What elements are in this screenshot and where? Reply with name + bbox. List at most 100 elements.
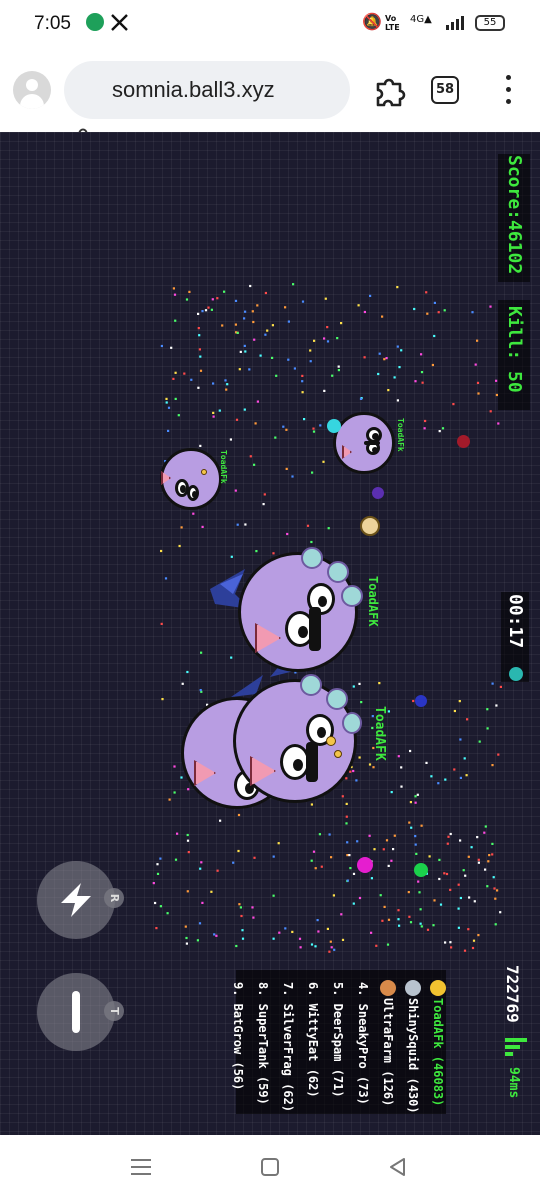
ping-text: 94ms <box>506 1067 521 1099</box>
food-pellet <box>345 777 348 780</box>
recent-apps-icon[interactable] <box>131 1158 151 1176</box>
food-pellet <box>310 859 313 862</box>
food-pellet <box>453 768 456 771</box>
food-pellet <box>444 778 447 781</box>
url-text[interactable]: somnia.ball3.xyz <box>112 77 275 103</box>
food-pellet <box>160 344 163 348</box>
food-pellet <box>156 863 159 866</box>
food-pellet <box>301 380 304 383</box>
food-pellet <box>346 841 349 844</box>
food-pellet <box>314 867 317 870</box>
home-icon[interactable] <box>261 1158 279 1176</box>
food-pellet <box>477 934 480 937</box>
food-pellet <box>478 740 481 743</box>
game-canvas[interactable]: Score:46102 Kill: 50 00:17 722769 94ms T… <box>0 132 540 1135</box>
back-icon[interactable] <box>388 1157 408 1177</box>
food-pellet <box>172 287 175 290</box>
food-pellet <box>486 727 489 730</box>
food-pellet <box>337 365 340 368</box>
purple-cell <box>372 487 384 499</box>
food-pellet <box>230 656 233 659</box>
food-pellet <box>312 850 316 853</box>
food-pellet <box>359 397 363 400</box>
food-pellet <box>173 765 176 768</box>
food-pellet <box>477 861 480 864</box>
food-pellet <box>192 512 195 515</box>
profile-avatar-icon[interactable] <box>13 71 51 109</box>
food-pellet <box>170 346 173 349</box>
food-pellet <box>419 908 422 911</box>
food-pellet <box>187 788 190 791</box>
food-pellet <box>373 848 376 851</box>
food-pellet <box>467 855 470 858</box>
food-pellet <box>459 738 462 741</box>
food-pellet <box>476 381 480 384</box>
food-pellet <box>216 869 219 872</box>
food-pellet <box>459 896 462 900</box>
food-pellet <box>235 944 238 948</box>
food-pellet <box>301 391 304 394</box>
food-pellet <box>378 352 381 355</box>
food-pellet <box>457 907 460 910</box>
food-pellet <box>310 803 313 806</box>
player-cell <box>160 448 222 510</box>
food-pellet <box>412 699 415 703</box>
food-pellet <box>212 415 215 418</box>
food-pellet <box>204 309 208 312</box>
food-pellet <box>328 833 331 836</box>
food-pellet <box>387 389 390 392</box>
food-pellet <box>219 819 222 822</box>
food-pellet <box>437 311 440 314</box>
ping-bars-icon <box>505 1038 527 1058</box>
food-pellet <box>185 936 188 940</box>
food-pellet <box>196 939 199 942</box>
food-pellet <box>355 779 358 782</box>
food-pellet <box>415 852 418 855</box>
green-cell <box>414 863 428 877</box>
food-pellet <box>489 305 492 308</box>
food-pellet <box>199 369 203 372</box>
food-pellet <box>382 848 385 851</box>
food-pellet <box>487 860 490 863</box>
food-pellet <box>396 345 399 348</box>
food-pellet <box>466 718 469 721</box>
food-pellet <box>393 376 396 379</box>
food-pellet <box>328 950 331 953</box>
food-pellet <box>225 388 228 391</box>
food-pellet <box>160 622 163 625</box>
food-pellet <box>259 354 262 357</box>
food-pellet <box>323 389 326 392</box>
food-pellet <box>244 310 247 313</box>
player-cell <box>238 547 363 672</box>
food-pellet <box>423 427 426 430</box>
rank-medal-icon <box>430 980 446 996</box>
food-pellet <box>239 906 242 909</box>
food-pellet <box>238 368 241 371</box>
food-pellet <box>408 915 411 918</box>
yellow-creature-icon <box>360 516 380 536</box>
food-pellet <box>165 401 168 404</box>
food-pellet <box>174 858 178 861</box>
food-pellet <box>224 379 227 382</box>
food-pellet <box>275 374 278 377</box>
status-bar: 7:05 🔕 Vo LTE 4G▲ 55 <box>0 0 540 48</box>
food-pellet <box>483 831 486 834</box>
food-pellet <box>421 381 424 384</box>
food-pellet <box>471 311 474 314</box>
food-pellet <box>200 651 203 654</box>
tab-switcher-button[interactable]: 58 <box>431 76 459 104</box>
timer-indicator-icon <box>509 667 523 681</box>
extensions-icon[interactable] <box>373 73 407 107</box>
food-pellet <box>414 795 417 798</box>
rank-medal-icon <box>405 980 421 996</box>
food-pellet <box>420 353 423 356</box>
overflow-menu-icon[interactable] <box>496 73 520 107</box>
food-pellet <box>218 409 221 412</box>
food-pellet <box>285 428 288 431</box>
food-pellet <box>443 309 446 312</box>
food-pellet <box>486 885 489 888</box>
food-pellet <box>235 418 239 421</box>
food-pellet <box>363 356 366 359</box>
food-pellet <box>370 877 373 880</box>
boost-key-label: R <box>104 888 124 908</box>
